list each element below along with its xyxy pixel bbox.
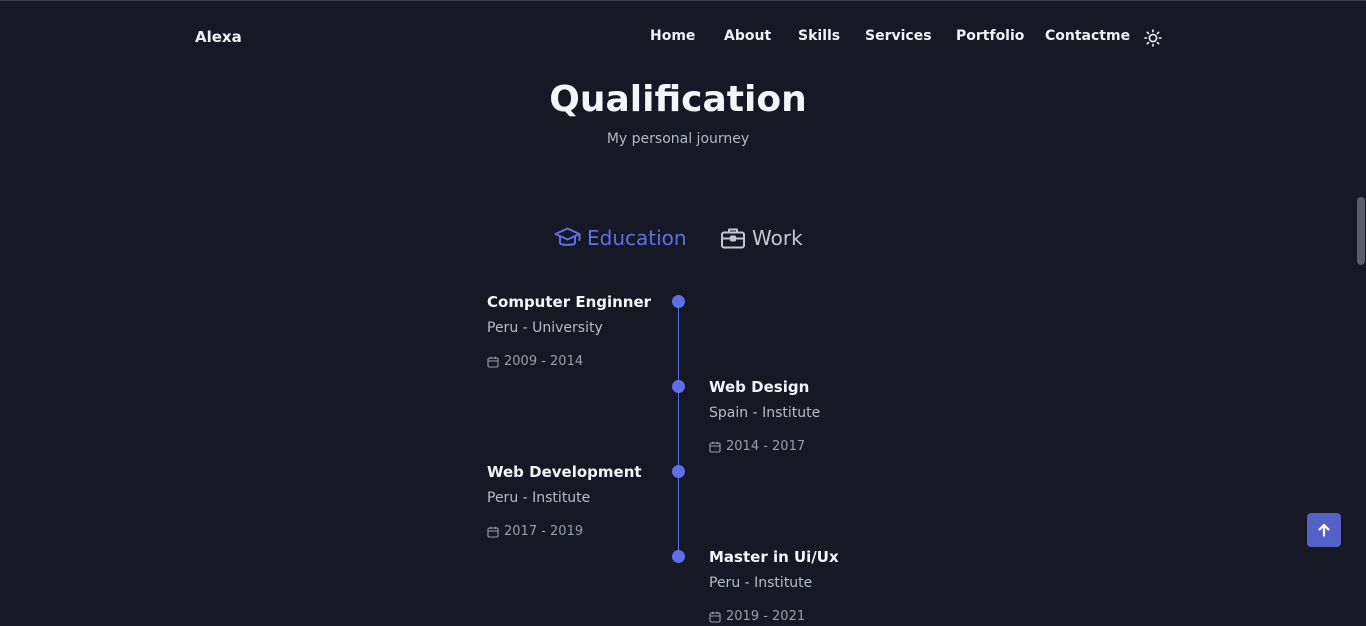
nav-contactme[interactable]: Contactme bbox=[1045, 28, 1130, 44]
entry-title: Master in Ui/Ux bbox=[709, 548, 839, 566]
entry-date: 2009 - 2014 bbox=[487, 354, 677, 369]
entry-subtitle: Peru - University bbox=[487, 320, 603, 336]
timeline-dot bbox=[672, 550, 685, 563]
theme-toggle-button[interactable] bbox=[1144, 29, 1162, 47]
graduation-cap-icon bbox=[554, 227, 581, 246]
entry-title: Web Design bbox=[709, 378, 810, 396]
timeline-entry: Master in Ui/Ux Peru - Institute 2019 - … bbox=[709, 548, 899, 624]
nav-about[interactable]: About bbox=[724, 28, 771, 44]
calendar-icon bbox=[487, 356, 499, 368]
calendar-icon bbox=[487, 526, 499, 538]
section-subtitle: My personal journey bbox=[606, 131, 750, 147]
tab-education-label: Education bbox=[587, 226, 687, 250]
entry-date: 2019 - 2021 bbox=[709, 609, 899, 624]
calendar-icon bbox=[709, 441, 721, 453]
nav-portfolio[interactable]: Portfolio bbox=[956, 28, 1024, 44]
timeline-entry: Web Development Peru - Institute 2017 - … bbox=[487, 463, 677, 539]
entry-date: 2014 - 2017 bbox=[709, 439, 899, 454]
scroll-up-button[interactable] bbox=[1307, 513, 1341, 547]
sun-icon bbox=[1144, 29, 1162, 47]
arrow-up-icon bbox=[1318, 523, 1330, 537]
timeline-line bbox=[678, 301, 679, 557]
tab-work[interactable]: Work bbox=[720, 223, 803, 253]
nav-services[interactable]: Services bbox=[865, 28, 932, 44]
scrollbar[interactable] bbox=[1356, 1, 1366, 626]
timeline-entry: Web Design Spain - Institute 2014 - 2017 bbox=[709, 378, 899, 454]
nav-skills[interactable]: Skills bbox=[798, 28, 840, 44]
briefcase-icon bbox=[721, 228, 745, 249]
timeline-dot bbox=[672, 380, 685, 393]
entry-subtitle: Spain - Institute bbox=[709, 405, 821, 421]
timeline-entry: Computer Enginner Peru - University 2009… bbox=[487, 293, 677, 369]
entry-title: Computer Enginner bbox=[487, 293, 652, 311]
entry-subtitle: Peru - Institute bbox=[709, 575, 813, 591]
tab-education[interactable]: Education bbox=[554, 223, 687, 253]
entry-subtitle: Peru - Institute bbox=[487, 490, 591, 506]
calendar-icon bbox=[709, 611, 721, 623]
scrollbar-thumb[interactable] bbox=[1357, 197, 1365, 265]
entry-date: 2017 - 2019 bbox=[487, 524, 677, 539]
tab-work-label: Work bbox=[752, 226, 803, 250]
section-title: Qualification bbox=[549, 79, 807, 120]
page: Alexa Home About Skills Services Portfol… bbox=[0, 0, 1366, 626]
entry-title: Web Development bbox=[487, 463, 642, 481]
nav-home[interactable]: Home bbox=[650, 28, 695, 44]
